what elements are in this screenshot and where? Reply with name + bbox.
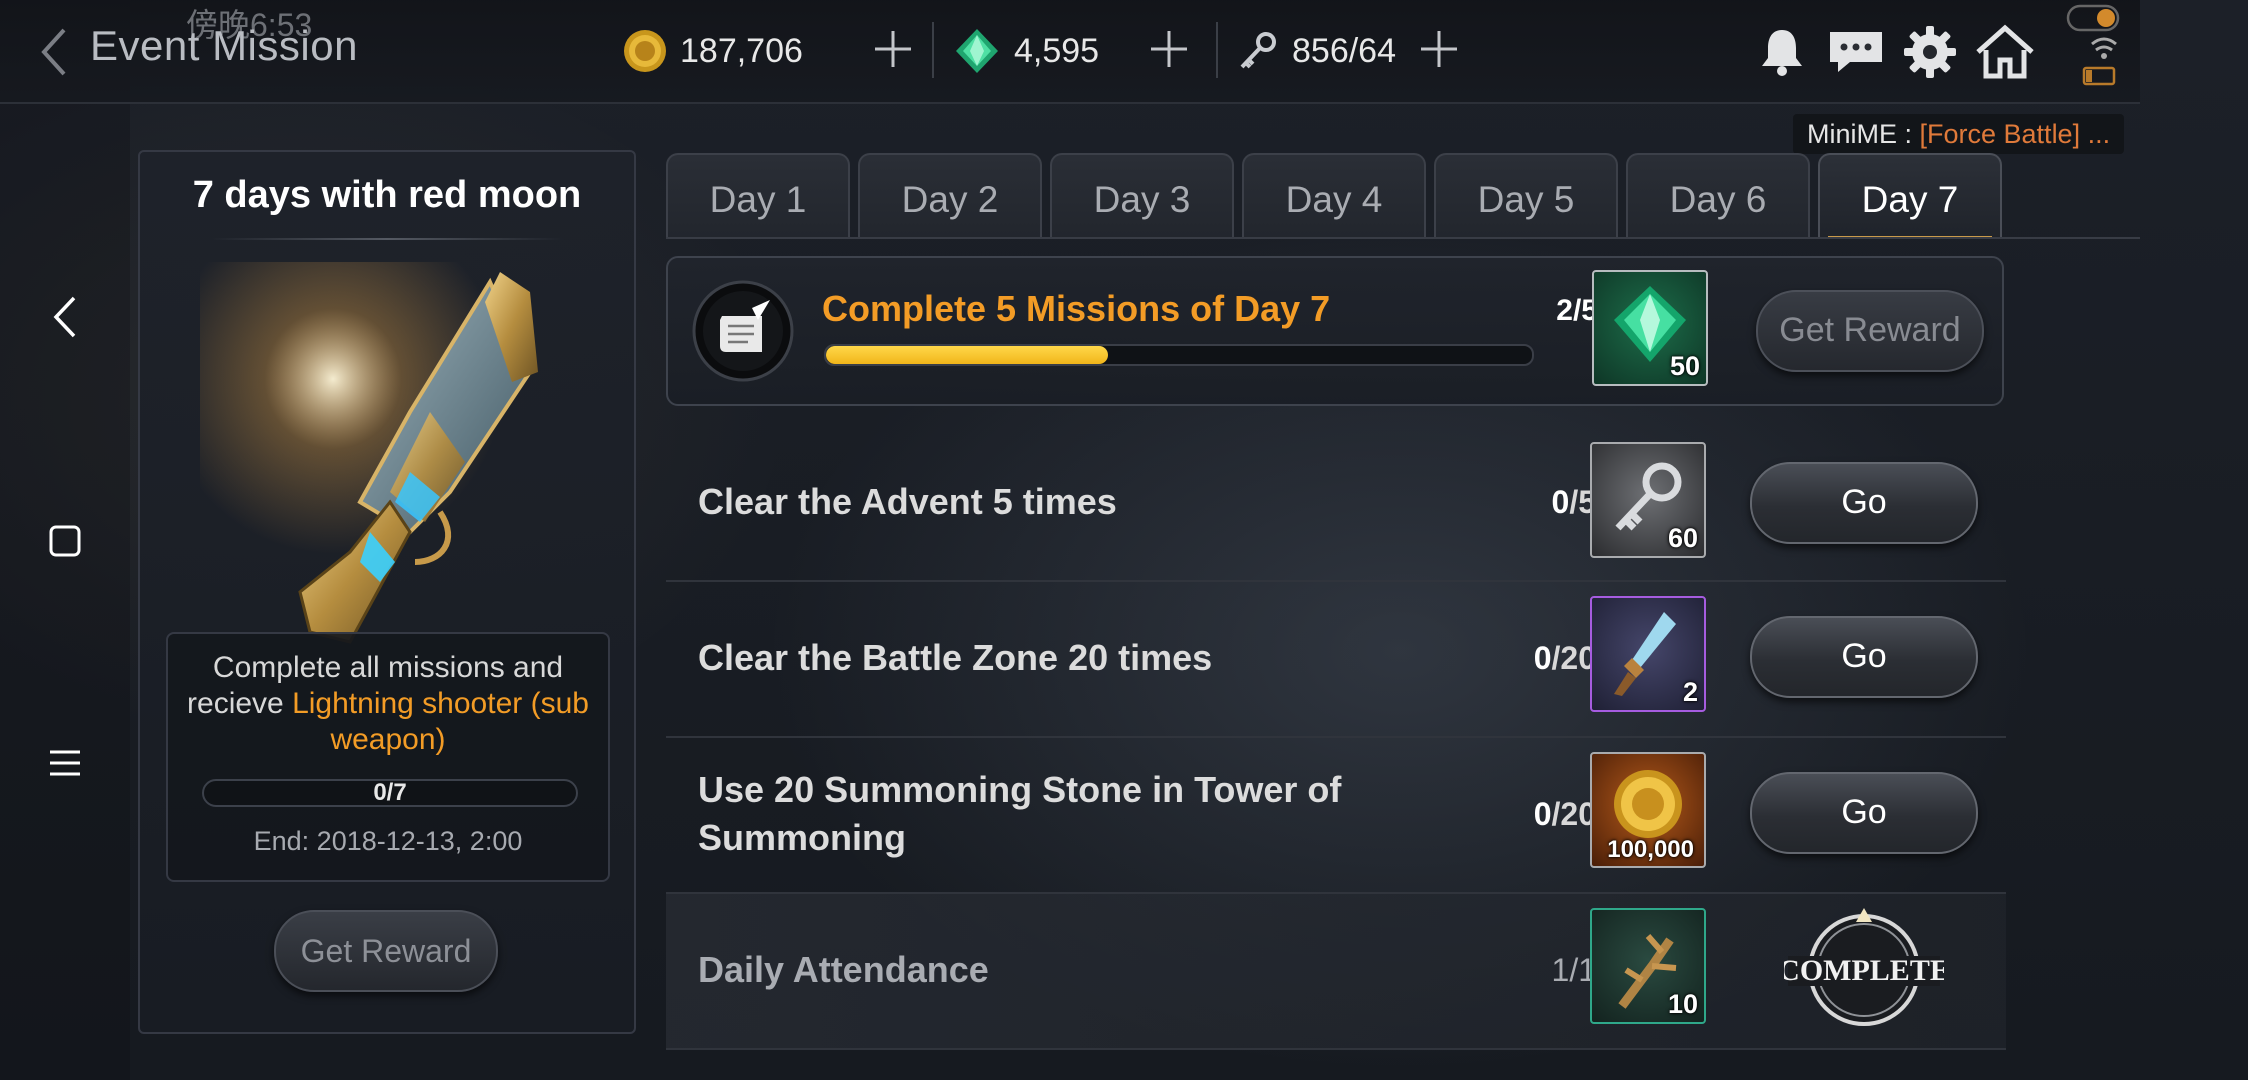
- nav-home-icon[interactable]: [40, 516, 90, 566]
- add-key-plus-icon[interactable]: [1416, 26, 1462, 72]
- mission-row-completed: Daily Attendance 1/1 10 COMPLETE: [666, 894, 2006, 1050]
- mission-reward[interactable]: 100,000: [1590, 752, 1706, 868]
- gold-coin-icon: [624, 30, 666, 72]
- page-title: Event Mission: [90, 22, 358, 69]
- main-mission-card: Complete 5 Missions of Day 7 2/5 50 Get …: [666, 256, 2004, 406]
- mission-go-button[interactable]: Go: [1750, 616, 1978, 698]
- lightning-shooter-weapon-image: [200, 262, 580, 652]
- mission-count: 0/20: [1456, 796, 1596, 833]
- reward-quantity: 60: [1667, 523, 1698, 553]
- tab-day-3[interactable]: Day 3: [1050, 153, 1234, 239]
- mission-current: 0: [1533, 796, 1552, 832]
- mission-go-button[interactable]: Go: [1750, 772, 1978, 854]
- mission-name: Clear the Battle Zone 20 times: [698, 637, 1213, 678]
- currency-key: 856/64: [1236, 20, 1396, 82]
- mission-current: 0: [1551, 484, 1570, 520]
- mission-name: Clear the Advent 5 times: [698, 481, 1117, 522]
- bell-icon[interactable]: [1754, 24, 1810, 80]
- main-mission-get-reward-button[interactable]: Get Reward: [1756, 290, 1984, 372]
- event-reward-name: Lightning shooter (sub weapon): [292, 687, 589, 756]
- main-mission-progress-bar: [824, 344, 1534, 366]
- event-reward-box: Complete all missions and recieve Lightn…: [166, 632, 610, 882]
- mission-row: Use 20 Summoning Stone in Tower of Summo…: [666, 738, 2006, 894]
- mission-current: 1: [1551, 952, 1570, 988]
- main-mission-reward[interactable]: 50: [1592, 270, 1708, 386]
- key-value: 856/64: [1292, 31, 1396, 70]
- tab-day-4[interactable]: Day 4: [1242, 153, 1426, 239]
- mission-count: 1/1: [1456, 952, 1596, 989]
- main-mission-current: 2: [1556, 294, 1573, 327]
- mission-name: Daily Attendance: [698, 949, 989, 990]
- mission-row: Clear the Advent 5 times 0/5 60 Go: [666, 426, 2006, 582]
- tab-day-5[interactable]: Day 5: [1434, 153, 1618, 239]
- tab-day-2[interactable]: Day 2: [858, 153, 1042, 239]
- reward-quantity: 100,000: [1607, 836, 1694, 863]
- gold-value: 187,706: [680, 31, 803, 70]
- event-progress-text: 0/7: [373, 779, 407, 806]
- mission-go-button[interactable]: Go: [1750, 462, 1978, 544]
- scroll-quill-icon: [692, 280, 794, 382]
- add-gem-plus-icon[interactable]: [1146, 26, 1192, 72]
- tab-day-7[interactable]: Day 7: [1818, 153, 2002, 239]
- main-mission-count: 2/5: [1478, 294, 1598, 328]
- mission-name: Use 20 Summoning Stone in Tower of Summo…: [698, 769, 1342, 858]
- tab-underline: [666, 237, 2140, 239]
- mission-count: 0/5: [1456, 484, 1596, 521]
- top-bar: 傍晚6:53 Event Mission 187,706 4,595 856/6…: [0, 0, 2140, 104]
- mission-reward[interactable]: 10: [1590, 908, 1706, 1024]
- event-description: Complete all missions and recieve Lightn…: [178, 650, 598, 758]
- event-panel: 7 days with red moon Complete all missio: [138, 150, 636, 1034]
- reward-quantity: 50: [1669, 351, 1700, 381]
- gem-icon: [956, 29, 998, 73]
- complete-badge-text: COMPLETE: [1784, 954, 1944, 987]
- minime-prefix: MiniME :: [1807, 119, 1920, 149]
- tab-day-1[interactable]: Day 1: [666, 153, 850, 239]
- main-mission-progress-fill: [826, 346, 1109, 364]
- mission-current: 0: [1533, 640, 1552, 676]
- reward-quantity: 2: [1682, 677, 1698, 707]
- mission-reward[interactable]: 2: [1590, 596, 1706, 712]
- key-icon: [1240, 32, 1276, 69]
- gem-value: 4,595: [1014, 31, 1100, 70]
- nav-menu-icon[interactable]: [40, 738, 90, 788]
- event-end-date: End: 2018-12-13, 2:00: [253, 826, 523, 856]
- back-chevron-icon[interactable]: [34, 22, 74, 82]
- event-get-reward-button[interactable]: Get Reward: [274, 910, 498, 992]
- currency-gem: 4,595: [952, 20, 1099, 82]
- chat-icon[interactable]: [1826, 24, 1886, 80]
- mission-row: Clear the Battle Zone 20 times 0/20 2 Go: [666, 582, 2006, 738]
- system-nav-bar: [0, 0, 130, 1080]
- main-mission-title: Complete 5 Missions of Day 7: [822, 288, 1331, 329]
- home-icon[interactable]: [1974, 24, 2036, 80]
- nav-back-icon[interactable]: [40, 292, 90, 342]
- minime-text: [Force Battle] ...: [1919, 119, 2111, 149]
- gear-icon[interactable]: [1902, 24, 1958, 80]
- add-gold-plus-icon[interactable]: [870, 26, 916, 72]
- minime-banner[interactable]: MiniME : [Force Battle] ...: [1793, 114, 2125, 154]
- divider: [1216, 22, 1218, 78]
- mission-reward[interactable]: 60: [1590, 442, 1706, 558]
- status-indicators-icon: [2066, 4, 2120, 86]
- mission-count: 0/20: [1456, 640, 1596, 677]
- divider: [210, 238, 564, 240]
- tab-day-6[interactable]: Day 6: [1626, 153, 1810, 239]
- divider: [932, 22, 934, 78]
- reward-quantity: 10: [1667, 989, 1698, 1019]
- event-title: 7 days with red moon: [192, 174, 582, 216]
- complete-badge-icon: COMPLETE: [1784, 908, 1944, 1026]
- currency-gold: 187,706: [622, 20, 803, 82]
- event-progress-bar: 0/7: [202, 779, 578, 807]
